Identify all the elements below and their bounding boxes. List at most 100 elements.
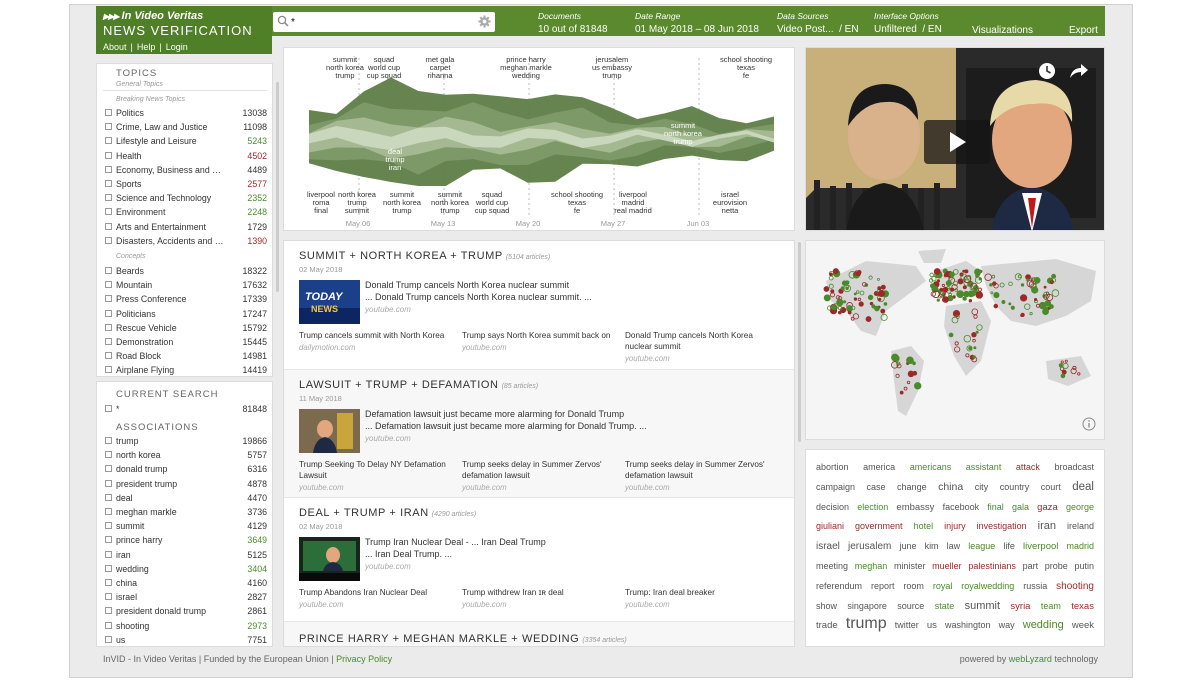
concept-row[interactable]: Politicians 17247 xyxy=(103,307,267,321)
topic-checkbox[interactable] xyxy=(105,222,112,230)
association-row[interactable]: prince harry 3649 xyxy=(103,533,267,547)
topics-scrollbar[interactable] xyxy=(276,82,279,292)
word-cloud-term[interactable]: probe xyxy=(1045,561,1068,571)
story-title[interactable]: PRINCE HARRY + MEGHAN MARKLE + WEDDING (3… xyxy=(299,633,627,645)
word-cloud-term[interactable]: referendum xyxy=(816,581,862,591)
map-marker[interactable] xyxy=(865,316,872,323)
map-marker[interactable] xyxy=(948,332,954,338)
word-cloud-term[interactable]: meeting xyxy=(816,561,848,571)
map-marker[interactable] xyxy=(877,286,882,291)
map-marker[interactable] xyxy=(858,301,864,307)
topic-checkbox[interactable] xyxy=(105,165,112,173)
related-article[interactable]: Trump seeks delay in Summer Zervos' defa… xyxy=(625,459,775,493)
map-marker[interactable] xyxy=(1048,304,1054,309)
word-cloud-term[interactable]: royal xyxy=(933,581,953,591)
association-row[interactable]: deal 4470 xyxy=(103,491,267,505)
related-article[interactable]: Trump: Iran deal breaker youtube.com xyxy=(625,587,775,610)
map-marker[interactable] xyxy=(1020,312,1025,318)
map-marker[interactable] xyxy=(929,272,934,278)
map-info-icon[interactable] xyxy=(1082,417,1096,431)
word-cloud-term[interactable]: ireland xyxy=(1067,521,1094,531)
story-source[interactable]: youtube.com xyxy=(365,434,411,443)
concept-row[interactable]: Demonstration 15445 xyxy=(103,335,267,349)
word-cloud-term[interactable]: report xyxy=(871,581,895,591)
help-link[interactable]: Help xyxy=(137,42,156,52)
topic-row[interactable]: Sports 2577 xyxy=(103,177,267,191)
concept-row[interactable]: Beards 18322 xyxy=(103,264,267,278)
association-row[interactable]: trump 19866 xyxy=(103,434,267,448)
concept-row[interactable]: Rescue Vehicle 15792 xyxy=(103,321,267,335)
map-marker[interactable] xyxy=(1033,277,1041,284)
stream-topic-label[interactable]: prince harry meghan markle wedding xyxy=(500,56,552,80)
map-marker[interactable] xyxy=(823,294,831,302)
concept-row[interactable]: Press Conference 17339 xyxy=(103,292,267,306)
topic-checkbox[interactable] xyxy=(105,123,112,131)
word-cloud-term[interactable]: iran xyxy=(1038,520,1056,532)
about-link[interactable]: About xyxy=(103,42,127,52)
association-checkbox[interactable] xyxy=(105,508,112,515)
topic-row[interactable]: Arts and Entertainment 1729 xyxy=(103,220,267,234)
map-marker[interactable] xyxy=(836,298,844,307)
topic-checkbox[interactable] xyxy=(105,194,112,202)
export-button[interactable]: Export xyxy=(1069,25,1098,36)
word-cloud-term[interactable]: madrid xyxy=(1066,541,1094,551)
concept-checkbox[interactable] xyxy=(105,295,112,303)
concept-checkbox[interactable] xyxy=(105,281,112,289)
map-marker[interactable] xyxy=(880,284,886,290)
word-cloud-term[interactable]: state xyxy=(935,601,955,611)
map-marker[interactable] xyxy=(950,287,955,292)
map-marker[interactable] xyxy=(1033,297,1038,302)
word-cloud-term[interactable]: campaign xyxy=(816,482,855,492)
map-marker[interactable] xyxy=(933,268,941,275)
map-marker[interactable] xyxy=(1010,305,1015,310)
topic-checkbox[interactable] xyxy=(105,151,112,159)
word-cloud-term[interactable]: show xyxy=(816,601,837,611)
map-marker[interactable] xyxy=(1019,294,1028,302)
share-icon[interactable] xyxy=(1069,62,1089,80)
word-cloud-term[interactable]: part xyxy=(1023,561,1039,571)
word-cloud-term[interactable]: us xyxy=(927,620,937,631)
map-marker[interactable] xyxy=(993,292,1000,299)
story-headline[interactable]: Trump Iran Nuclear Deal - ... Iran Deal … xyxy=(365,537,665,547)
map-marker[interactable] xyxy=(914,382,922,390)
map-marker[interactable] xyxy=(841,280,848,286)
map-marker[interactable] xyxy=(847,310,852,315)
map-marker[interactable] xyxy=(949,271,955,278)
related-article[interactable]: Trump Seeking To Delay NY Defamation Law… xyxy=(299,459,449,493)
word-cloud-term[interactable]: americans xyxy=(910,462,952,472)
map-marker[interactable] xyxy=(975,330,979,334)
topic-checkbox[interactable] xyxy=(105,236,112,244)
story-thumbnail[interactable]: TODAY NEWS xyxy=(299,280,360,324)
concept-checkbox[interactable] xyxy=(105,338,112,345)
gear-icon[interactable] xyxy=(478,15,491,28)
word-cloud-term[interactable]: room xyxy=(903,581,924,591)
related-article[interactable]: Trump cancels summit with North Korea dai… xyxy=(299,330,449,353)
topic-row[interactable]: Economy, Business and Finan... 4489 xyxy=(103,163,267,177)
word-cloud-term[interactable]: summit xyxy=(965,600,1000,612)
map-marker[interactable] xyxy=(962,285,967,290)
privacy-policy-link[interactable]: Privacy Policy xyxy=(336,654,392,664)
map-marker[interactable] xyxy=(899,390,904,395)
word-cloud-term[interactable]: palestinians xyxy=(968,561,1016,571)
map-marker[interactable] xyxy=(829,272,833,277)
word-cloud-term[interactable]: change xyxy=(897,482,927,492)
word-cloud-term[interactable]: abortion xyxy=(816,462,849,472)
word-cloud-term[interactable]: russia xyxy=(1023,581,1047,591)
story-title[interactable]: SUMMIT + NORTH KOREA + TRUMP (5104 articl… xyxy=(299,250,550,262)
word-cloud-term[interactable]: assistant xyxy=(966,462,1002,472)
word-cloud-term[interactable]: team xyxy=(1041,601,1061,611)
word-cloud-term[interactable]: twitter xyxy=(895,620,919,630)
video-player[interactable] xyxy=(805,47,1105,231)
map-marker[interactable] xyxy=(853,292,857,296)
concept-row[interactable]: Airplane Flying 14419 xyxy=(103,363,267,377)
map-marker[interactable] xyxy=(1020,283,1025,287)
map-marker[interactable] xyxy=(971,332,977,338)
story-title[interactable]: DEAL + TRUMP + IRAN (4290 articles) xyxy=(299,507,476,519)
related-article[interactable]: Trump says North Korea summit back on you… xyxy=(462,330,612,353)
search-input[interactable] xyxy=(291,14,471,30)
story-source[interactable]: youtube.com xyxy=(365,305,411,314)
word-cloud-term[interactable]: israel xyxy=(816,541,840,552)
map-marker[interactable] xyxy=(942,287,946,292)
map-marker[interactable] xyxy=(977,287,982,292)
concept-checkbox[interactable] xyxy=(105,352,112,360)
